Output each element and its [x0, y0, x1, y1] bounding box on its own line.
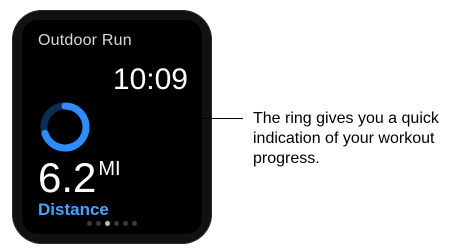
watch-screen: Outdoor Run 10:09 6.2 MI Distance: [22, 20, 202, 234]
page-dot: [105, 221, 110, 226]
distance-value: 6.2: [38, 154, 97, 201]
page-dot: [96, 221, 101, 226]
distance-readout: 6.2 MI: [38, 157, 121, 199]
clock-time: 10:09: [112, 63, 188, 96]
page-dot: [87, 221, 92, 226]
callout-line: [90, 118, 243, 119]
metric-label: Distance: [38, 200, 109, 219]
page-dot: [132, 221, 137, 226]
workout-title: Outdoor Run: [38, 32, 132, 49]
progress-ring: [40, 102, 90, 152]
callout-text: The ring gives you a quick indication of…: [253, 110, 439, 167]
distance-unit: MI: [98, 158, 121, 180]
page-dot: [114, 221, 119, 226]
page-dot: [123, 221, 128, 226]
page-indicator: [22, 221, 202, 226]
